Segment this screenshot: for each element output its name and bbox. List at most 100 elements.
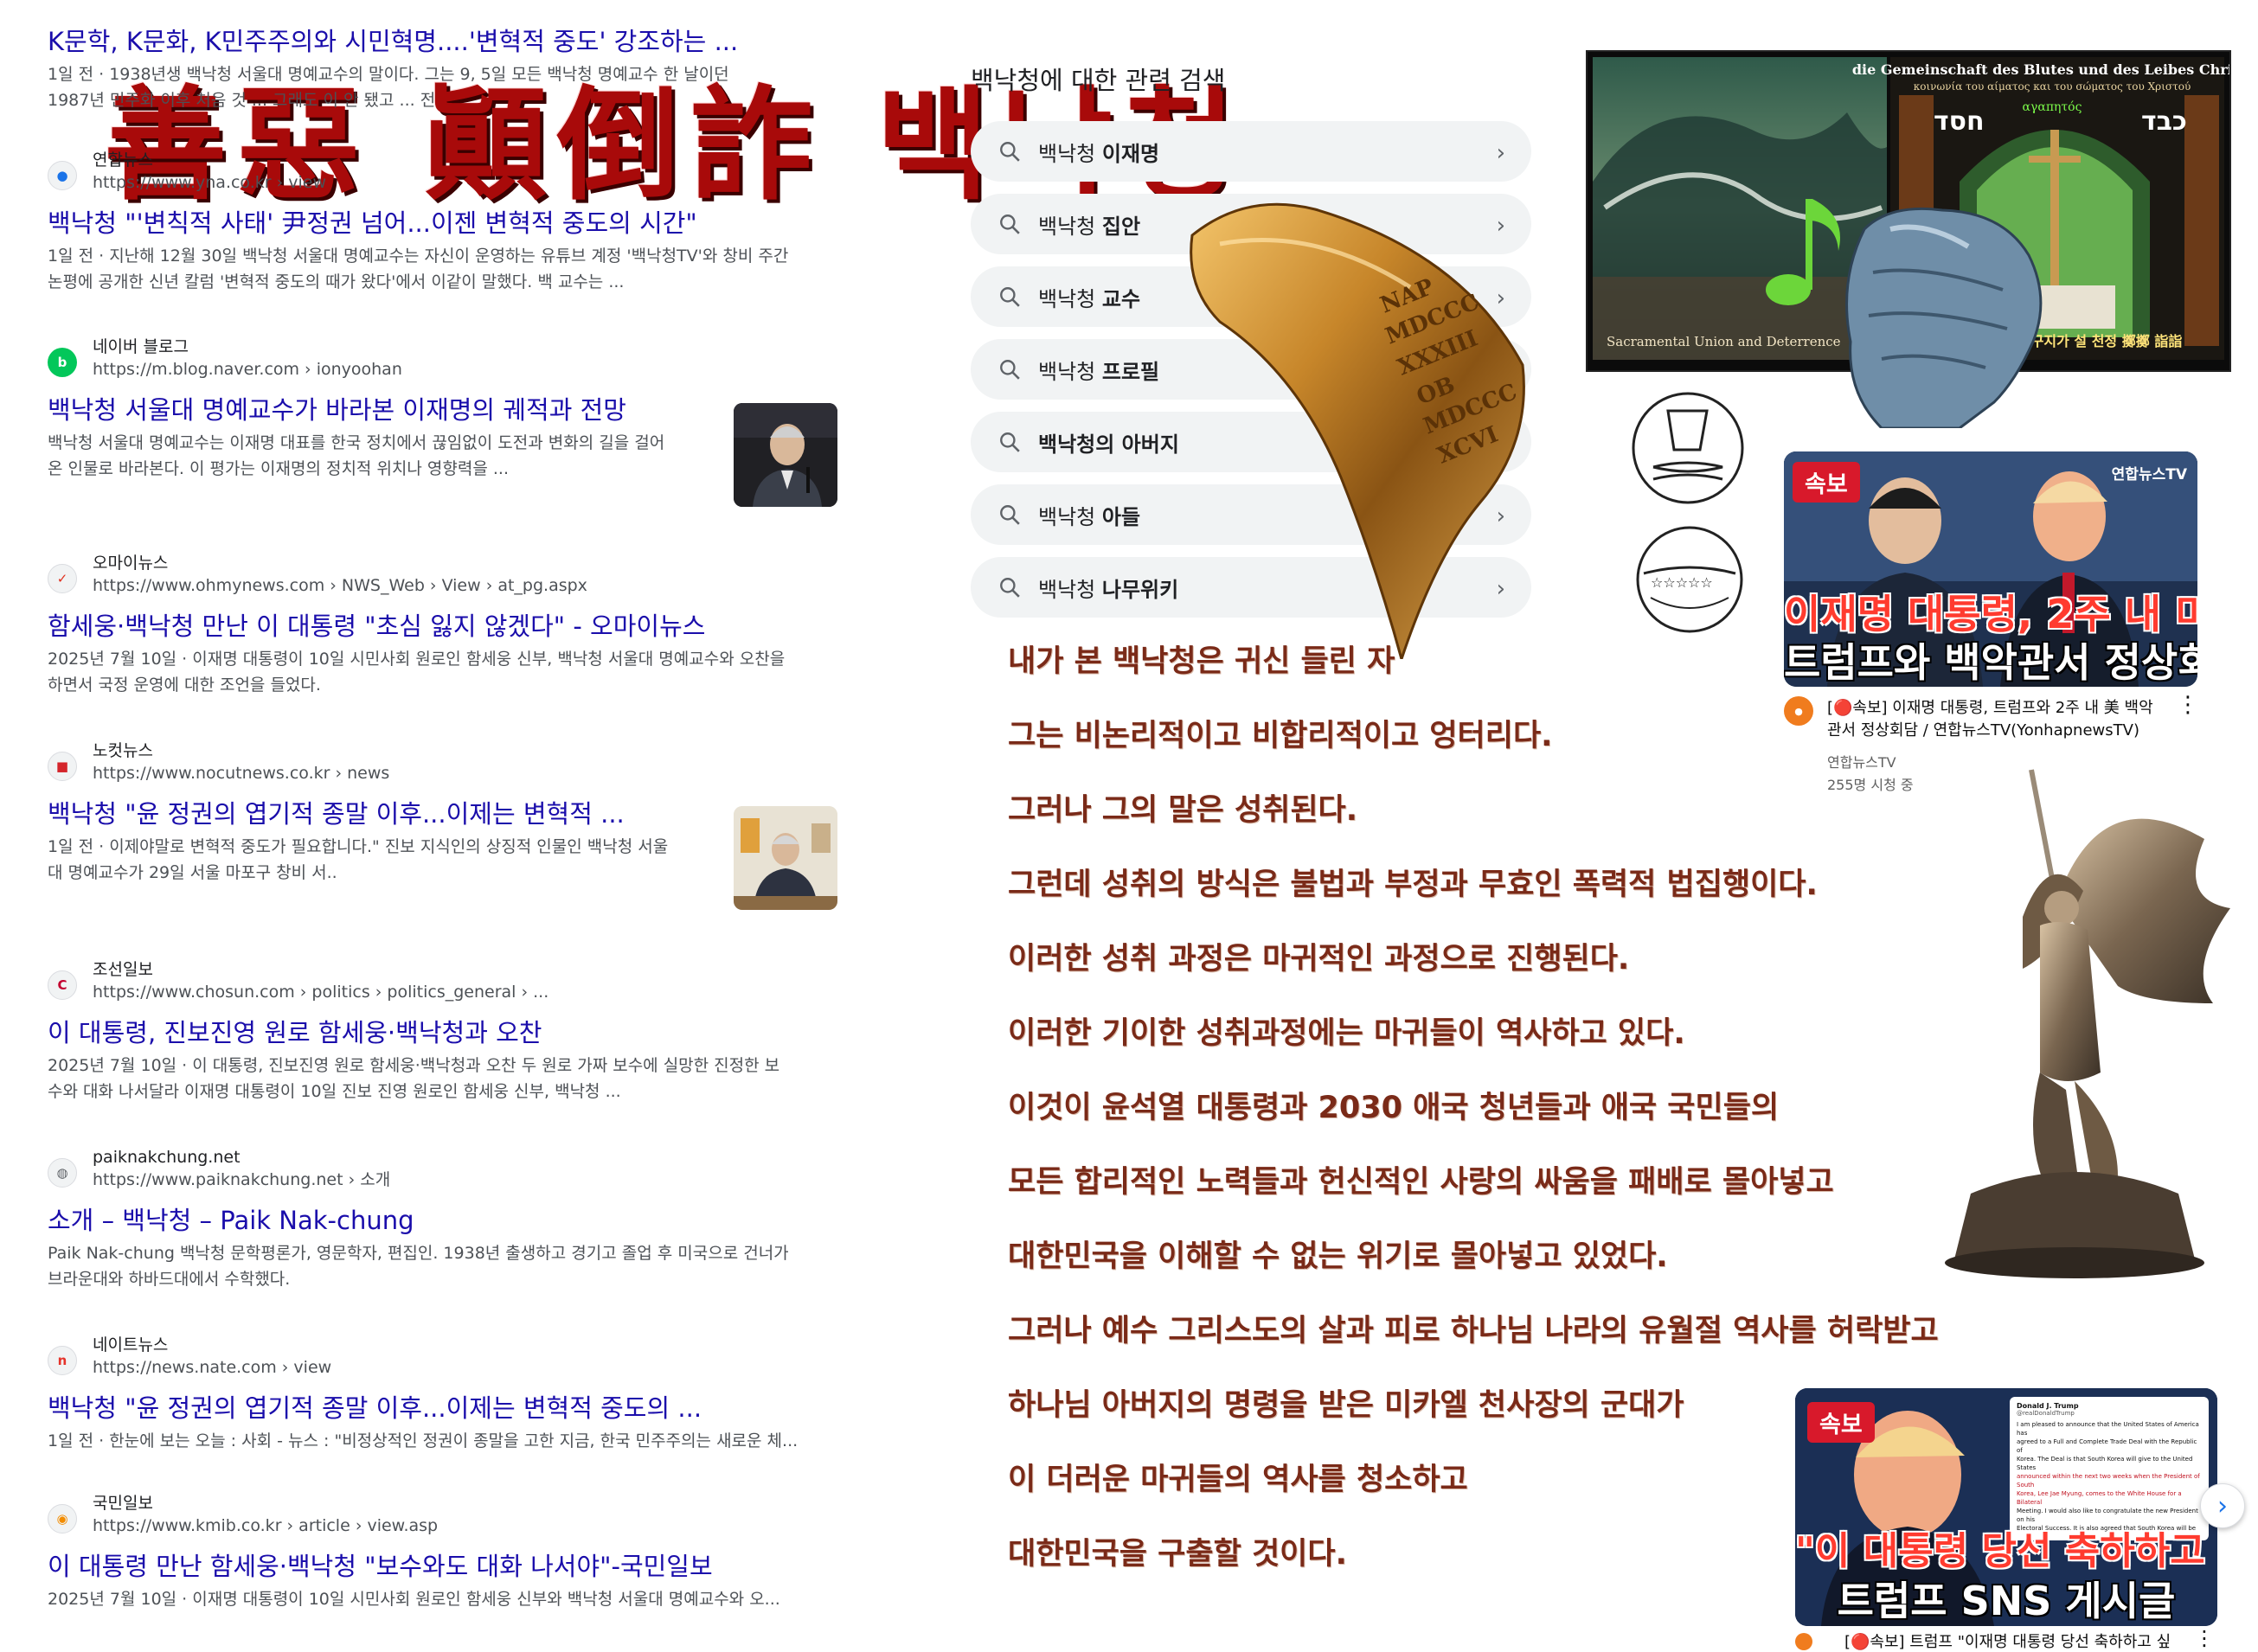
poem-line: 그런데 성취의 방식은 불법과 부정과 무효인 폭력적 법집행이다. [1008,868,1818,902]
collage-caption: die Gemeinschaft des Blutes und des Leib… [1852,61,2229,78]
result-source[interactable]: ◉ 국민일보 https://www.kmib.co.kr › article … [48,1492,844,1542]
search-icon [1000,505,1020,525]
video-title[interactable]: [🔴속보] 트럼프 "이재명 대통령 당선 축하하고 싶 [1844,1630,2171,1652]
search-icon [1000,578,1020,598]
result-thumbnail[interactable] [734,806,837,910]
result-thumbnail[interactable] [734,403,837,507]
result-title-link[interactable]: K문학, K문화, K민주주의와 시민혁명....'변혁적 중도' 강조하는 .… [48,24,844,59]
result-source[interactable]: n 네이트뉴스 https://news.nate.com › view [48,1334,844,1384]
video-thumbnail[interactable]: Donald J. Trump @realDonaldTrump I am pl… [1795,1388,2217,1626]
poem-line: 그는 비논리적이고 비합리적이고 엉터리다. [1008,719,1553,753]
view-count: 255명 시청 중 [1827,777,1914,793]
video-thumbnail[interactable]: 속보 연합뉴스TV 이재명 대통령, 2주 내 미국으로 트럼프와 백악관서 정… [1784,451,2197,687]
archangel-statue-image [1945,769,2230,1278]
search-result: ■ 노컷뉴스 https://www.nocutnews.co.kr › new… [48,740,844,887]
result-snippet: 백낙청 서울대 명예교수는 이재명 대표를 한국 정치에서 끊임없이 도전과 변… [48,433,665,452]
video-caption: "이 대통령 당선 축하하고 싶어" [1795,1529,2217,1573]
video-caption: 트럼프와 백악관서 정상회담 [1784,639,2197,686]
source-url: https://www.yna.co.kr › view [93,173,327,192]
video-caption: 트럼프 SNS 게시글 [1837,1578,2176,1624]
ohmynews-favicon-icon: ✓ [48,564,77,593]
poem-line: 하나님 아버지의 명령을 받은 미카엘 천사장의 군대가 [1008,1388,1684,1423]
search-icon [1000,287,1020,307]
result-snippet: 1일 전 · 지난해 12월 30일 백낙청 서울대 명예교수는 자신이 운영하… [48,247,789,266]
result-snippet: 1일 전 · 한눈에 보는 오늘 : 사회 - 뉴스 : "비정상적인 정권이 … [48,1431,799,1450]
result-snippet: 2025년 7월 10일 · 이재명 대통령이 10일 시민사회 원로인 함세웅… [48,1590,780,1609]
breaking-badge: 속보 [1793,462,1860,503]
related-search-label: 백낙청 아들 [1038,505,1141,529]
channel-avatar[interactable]: ● [1784,696,1813,726]
result-snippet: 2025년 7월 10일 · 이재명 대통령이 10일 시민사회 원로인 함세웅… [48,650,786,669]
poem-line: 이러한 성취 과정은 마귀적인 과정으로 진행된다. [1008,942,1630,976]
result-source[interactable]: ● 연합뉴스 https://www.yna.co.kr › view [48,149,844,199]
source-url: https://www.ohmynews.com › NWS_Web › Vie… [93,576,587,595]
result-title-link[interactable]: 백낙청 서울대 명예교수가 바라본 이재명의 궤적과 전망 [48,393,844,427]
search-icon [1000,215,1020,234]
result-source[interactable]: ■ 노컷뉴스 https://www.nocutnews.co.kr › new… [48,740,844,790]
poem-line: 이것이 윤석열 대통령과 2030 애국 청년들과 애국 국민들의 [1008,1091,1780,1125]
related-searches-header: 백낙청에 대한 관련 검색 [971,66,1226,95]
video-title[interactable]: [🔴속보] 이재명 대통령, 트럼프와 2주 내 美 백악 관서 정상회담 / 연… [1827,697,2153,742]
poem-line: 그러나 예수 그리스도의 살과 피로 하나님 나라의 유월절 역사를 허락받고 [1008,1314,1939,1348]
search-result: n 네이트뉴스 https://news.nate.com › view 백낙청… [48,1334,844,1455]
related-search-chip[interactable]: 백낙청 이재명 › [971,121,1531,182]
poem-line: 이 더러운 마귀들의 역사를 청소하고 [1008,1463,1468,1497]
source-name: paiknakchung.net [93,1148,241,1167]
stamp-drawing: ☆☆☆☆☆ [1636,526,1743,633]
result-title-link[interactable]: 백낙청 "'변칙적 사태' 尹정권 넘어...이젠 변혁적 중도의 시간" [48,206,844,240]
channel-watermark: 연합뉴스TV [2111,466,2187,483]
result-title-link[interactable]: 백낙청 "윤 정권의 엽기적 종말 이후...이제는 변혁적 중도의 ... [48,1391,844,1425]
source-name: 국민일보 [93,1494,153,1513]
related-search-label: 백낙청 프로필 [1038,360,1160,384]
result-source[interactable]: ◍ paiknakchung.net https://www.paiknakch… [48,1146,844,1196]
search-result: ✓ 오마이뉴스 https://www.ohmynews.com › NWS_W… [48,552,844,699]
result-source[interactable]: C 조선일보 https://www.chosun.com › politics… [48,958,844,1008]
result-snippet: Paik Nak-chung 백낙청 문학평론가, 영문학자, 편집인. 193… [48,1244,789,1263]
chosun-favicon-icon: C [48,970,77,1000]
more-options-icon[interactable]: ⋮ [2194,1626,2215,1650]
result-title-link[interactable]: 함세웅·백낙청 만난 이 대통령 "초심 잃지 않겠다" - 오마이뉴스 [48,609,844,644]
result-snippet: 온 인물로 바라본다. 이 평가는 이재명의 정치적 위치나 영향력을 ... [48,459,509,478]
search-icon [1000,432,1020,452]
result-source[interactable]: ✓ 오마이뉴스 https://www.ohmynews.com › NWS_W… [48,552,844,602]
more-options-icon[interactable]: ⋮ [2177,692,2199,718]
result-title-link[interactable]: 백낙청 "윤 정권의 엽기적 종말 이후...이제는 변혁적 ... [48,797,722,831]
search-result: b 네이버 블로그 https://m.blog.naver.com › ion… [48,336,844,483]
carousel-next-button[interactable]: › [2200,1483,2245,1528]
collage-caption: κοινωνία του αίματος και του σώματος του… [1914,80,2191,93]
search-result: C 조선일보 https://www.chosun.com › politics… [48,958,844,1105]
result-snippet: 1일 전 · 1938년생 백낙청 서울대 명예교수의 말이다. 그는 9, 5… [48,65,729,84]
search-icon [1000,360,1020,380]
poem-line: 이러한 기이한 성취과정에는 마귀들이 역사하고 있다. [1008,1016,1685,1051]
source-url: https://www.nocutnews.co.kr › news [93,764,390,783]
poem-line: 그러나 그의 말은 성취된다. [1008,793,1358,828]
result-snippet: 브라운대와 하바드대에서 수학했다. [48,1270,291,1289]
source-url: https://www.kmib.co.kr › article › view.… [93,1516,439,1535]
stamp-drawing [1632,392,1744,504]
result-snippet: 논평에 공개한 신년 칼럼 '변혁적 중도의 때가 왔다'에서 이같이 말했다.… [48,272,625,291]
result-source[interactable]: b 네이버 블로그 https://m.blog.naver.com › ion… [48,336,844,386]
source-name: 오마이뉴스 [93,554,169,573]
source-name: 연합뉴스 [93,150,153,170]
collage-caption: Sacramental Union and Deterrence [1607,334,1841,349]
kmib-favicon-icon: ◉ [48,1504,77,1534]
source-url: https://m.blog.naver.com › ionyoohan [93,360,402,379]
channel-name[interactable]: 연합뉴스TV [1827,751,1896,772]
channel-avatar[interactable] [1795,1633,1812,1650]
collage-caption: חסד [1934,106,1985,137]
source-url: https://www.chosun.com › politics › poli… [93,983,549,1002]
result-title-link[interactable]: 이 대통령 만난 함세웅·백낙청 "보수와도 대화 나서야"-국민일보 [48,1549,844,1584]
result-snippet: 1987년 민주화 이후 처음 것 ... 그래도 이 안 됐고 ... 전 [48,91,436,110]
related-search-label: 백낙청 이재명 [1038,142,1160,166]
result-title-link[interactable]: 이 대통령, 진보진영 원로 함세웅·백낙청과 오찬 [48,1015,844,1050]
result-title-link[interactable]: 소개 – 백낙청 – Paik Nak-chung [48,1203,844,1238]
search-result: K문학, K문화, K민주주의와 시민혁명....'변혁적 중도' 강조하는 .… [48,24,844,114]
poem-line: 모든 합리적인 노력들과 헌신적인 사랑의 싸움을 패배로 몰아넣고 [1008,1165,1834,1200]
result-snippet: 대 명예교수가 29일 서울 마포구 창비 서.. [48,863,337,882]
fist-image [1845,207,2043,428]
source-name: 조선일보 [93,960,153,979]
related-search-label: 백낙청의 아버지 [1038,432,1179,457]
related-search-label: 백낙청 교수 [1038,287,1141,311]
globe-icon: ◍ [48,1158,77,1188]
poem-line: 대한민국을 이해할 수 없는 위기로 몰아넣고 있었다. [1008,1239,1668,1274]
